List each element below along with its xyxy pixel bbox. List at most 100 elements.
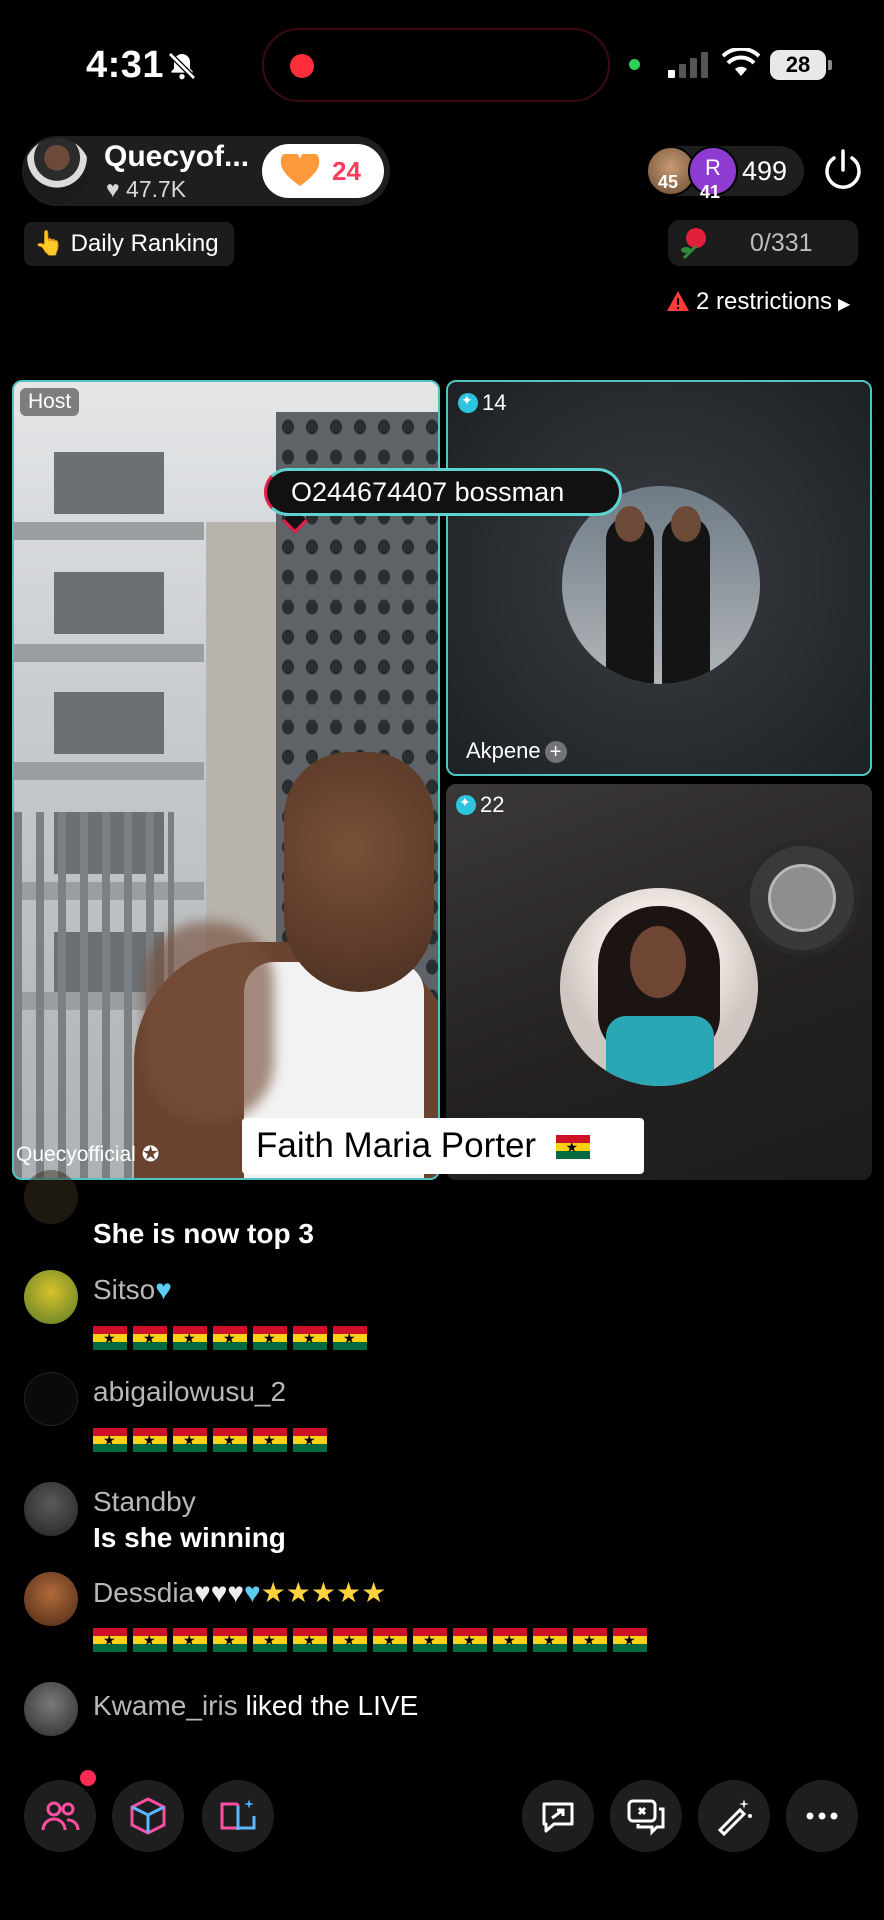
gift-box-button[interactable] xyxy=(112,1780,184,1852)
guest-avatar[interactable] xyxy=(560,888,758,1086)
rose-progress: 0/331 xyxy=(750,229,813,257)
more-icon xyxy=(806,1812,838,1820)
score-icon xyxy=(458,392,478,413)
guest-score: 14 xyxy=(458,390,506,416)
ghana-flag-emoji xyxy=(293,1326,327,1350)
comment-list[interactable]: She is now top 3 Sitso♥ abigailowusu_2 S… xyxy=(0,1170,884,1760)
comment-username: Kwame_iris xyxy=(93,1690,238,1721)
comment-text: She is now top 3 xyxy=(93,1218,314,1249)
chevron-right-icon: ▶ xyxy=(838,296,851,313)
comment-user[interactable]: Kwame_iris liked the LIVE xyxy=(93,1690,418,1722)
avatar-figure-head xyxy=(671,506,701,542)
camera-in-use-dot xyxy=(629,59,640,70)
host-avatar[interactable] xyxy=(24,138,90,204)
host-head xyxy=(284,752,434,992)
comment-avatar[interactable] xyxy=(24,1572,78,1626)
book-icon xyxy=(220,1799,256,1831)
more-button[interactable] xyxy=(786,1780,858,1852)
building-window xyxy=(54,692,164,754)
ghana-flag-emoji xyxy=(133,1628,167,1652)
box-icon xyxy=(130,1797,166,1835)
rose-icon xyxy=(681,228,706,260)
hearts-stars-emojis: ♥♥♥♥★★★★★ xyxy=(194,1577,387,1608)
chat-icon xyxy=(627,1799,665,1836)
heart-small-icon: ♥ xyxy=(106,176,127,202)
comment-user[interactable]: Dessdia♥♥♥♥★★★★★ xyxy=(93,1576,386,1609)
host-display-name: Quecyofficial xyxy=(16,1143,136,1166)
ghana-flag-emoji xyxy=(93,1628,127,1652)
ghana-flag-emoji xyxy=(333,1628,367,1652)
name-banner-text: Faith Maria Porter xyxy=(256,1126,537,1165)
power-icon[interactable] xyxy=(820,148,866,194)
verified-icon: ✪ xyxy=(141,1143,160,1166)
like-count: 24 xyxy=(332,156,361,186)
flag-emojis xyxy=(93,1428,333,1455)
ghana-flag-emoji xyxy=(253,1326,287,1350)
flag-emojis xyxy=(93,1326,373,1353)
avatar-dress xyxy=(606,1016,714,1086)
ghana-flag-emoji xyxy=(133,1326,167,1350)
status-bar: 4:31 28 xyxy=(0,0,884,130)
notification-dot xyxy=(80,1770,96,1786)
ghana-flag-emoji xyxy=(213,1628,247,1652)
host-name: Quecyof... xyxy=(104,140,250,173)
guest-score: 22 xyxy=(456,792,504,818)
ghana-flag-emoji xyxy=(533,1628,567,1652)
guest-tile-1[interactable]: 14 Akpene+ xyxy=(446,380,872,776)
ghana-flag-emoji xyxy=(253,1428,287,1452)
comment-text: Is she winning xyxy=(93,1522,286,1553)
chat-button[interactable] xyxy=(610,1780,682,1852)
comment-avatar[interactable] xyxy=(24,1682,78,1736)
comment-user[interactable]: Standby xyxy=(93,1486,196,1518)
share-button[interactable] xyxy=(522,1780,594,1852)
pinned-comment[interactable]: O244674407 bossman xyxy=(264,468,622,516)
viewer-rank-badge: 45 xyxy=(658,172,679,192)
avatar-figure-head xyxy=(615,506,645,542)
like-button[interactable]: 24 xyxy=(262,144,384,198)
ghana-flag-emoji xyxy=(93,1326,127,1350)
viewer-avatar[interactable]: R 41 xyxy=(688,146,738,202)
ghana-flag-emoji xyxy=(133,1428,167,1452)
host-info-pill[interactable]: Quecyof... ♥ 47.7K 24 xyxy=(22,136,390,206)
daily-ranking-button[interactable]: 👆 Daily Ranking xyxy=(24,222,234,266)
comment-avatar[interactable] xyxy=(24,1270,78,1324)
comment-username: Sitso xyxy=(93,1274,156,1305)
warning-icon xyxy=(667,291,689,311)
host-hand xyxy=(144,922,274,1122)
ghana-flag-emoji xyxy=(93,1428,127,1452)
viewers-pill[interactable]: 45 R 41 499 xyxy=(646,146,804,202)
comment-avatar[interactable] xyxy=(24,1482,78,1536)
guest-name[interactable]: Akpene + xyxy=(466,738,567,764)
follow-plus-icon[interactable]: + xyxy=(544,741,567,763)
viewer-rank-badge: 41 xyxy=(700,182,721,202)
effects-button[interactable] xyxy=(698,1780,770,1852)
ghana-flag-emoji xyxy=(453,1628,487,1652)
bell-off-icon xyxy=(168,52,196,80)
comment-user[interactable]: Sitso♥ xyxy=(93,1274,172,1306)
restrictions-link[interactable]: 2 restrictions ▶ xyxy=(666,288,850,316)
comment-avatar[interactable] xyxy=(24,1372,78,1426)
daily-ranking-label: Daily Ranking xyxy=(70,230,219,257)
camera-capture-button[interactable] xyxy=(744,840,860,956)
flag-emojis xyxy=(93,1628,653,1655)
wifi-icon xyxy=(722,48,760,76)
ghana-flag-emoji xyxy=(213,1428,247,1452)
book-button[interactable] xyxy=(202,1780,274,1852)
status-time: 4:31 xyxy=(86,44,165,86)
guests-button[interactable] xyxy=(24,1780,96,1852)
host-name-tag[interactable]: Quecyofficial ✪ xyxy=(16,1142,159,1167)
comment-avatar[interactable] xyxy=(24,1170,78,1224)
viewer-count: 499 xyxy=(742,156,788,186)
camera-capture-inner xyxy=(768,864,836,932)
dynamic-island xyxy=(262,28,610,102)
ghana-flag-emoji xyxy=(573,1628,607,1652)
building-window xyxy=(54,452,164,514)
ghana-flag-emoji xyxy=(293,1628,327,1652)
host-likes: ♥ 47.7K xyxy=(106,176,186,203)
building-window xyxy=(54,572,164,634)
magic-wand-icon xyxy=(717,1799,752,1836)
building-balcony xyxy=(14,522,204,540)
ghana-flag-emoji xyxy=(333,1326,367,1350)
comment-user[interactable]: abigailowusu_2 xyxy=(93,1376,286,1408)
rose-goal[interactable]: 0/331 xyxy=(668,220,858,266)
